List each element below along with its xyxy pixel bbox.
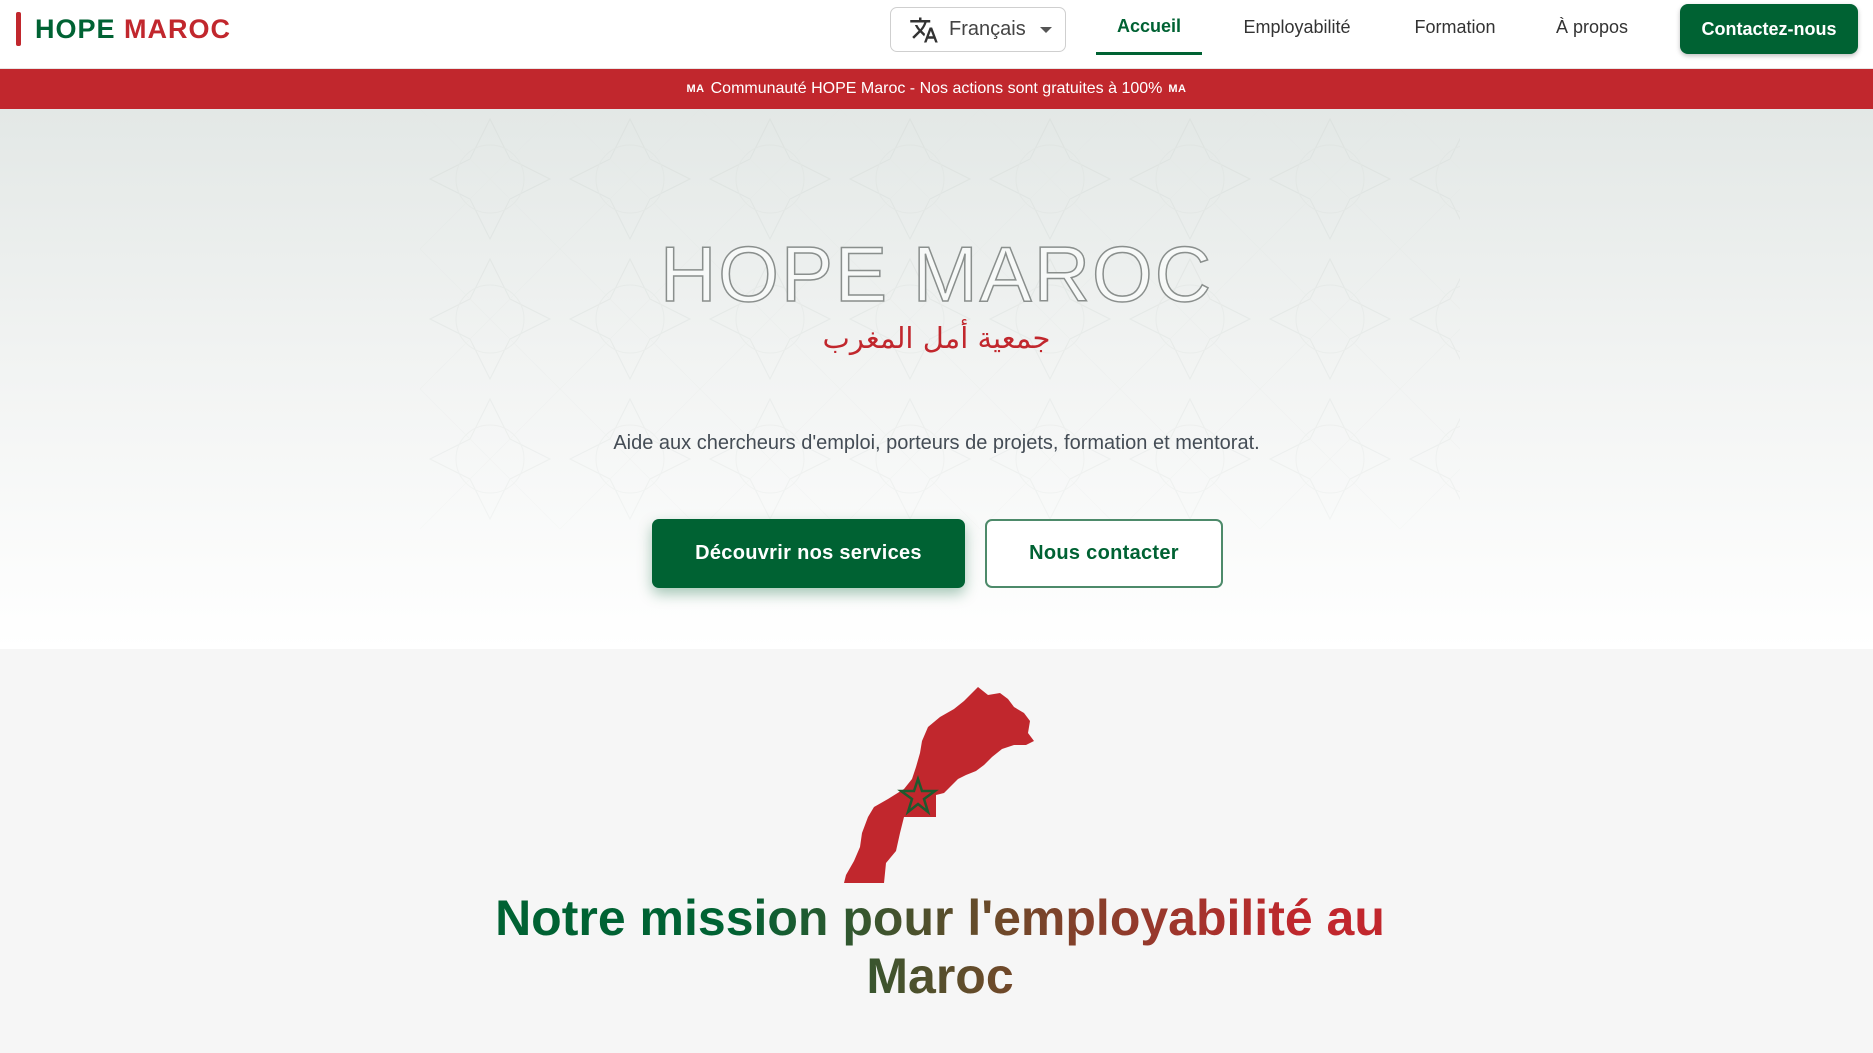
language-label: Français bbox=[949, 18, 1026, 40]
site-header: HOPE MAROC Français Accueil Employabilit… bbox=[0, 0, 1873, 69]
announcement-banner: MA Communauté HOPE Maroc - Nos actions s… bbox=[0, 69, 1873, 109]
discover-services-button[interactable]: Découvrir nos services bbox=[652, 519, 965, 588]
nav-a-propos[interactable]: À propos bbox=[1545, 0, 1639, 55]
hero-title: HOPE MAROC bbox=[659, 229, 1214, 319]
nav-formation[interactable]: Formation bbox=[1400, 0, 1510, 55]
mission-title: Notre mission pour l'employabilité au Ma… bbox=[420, 889, 1460, 1005]
logo-text: HOPE MAROC bbox=[35, 14, 231, 45]
logo-hope: HOPE bbox=[35, 13, 116, 44]
flag-ma-icon: MA bbox=[1168, 83, 1187, 95]
mission-section: Notre mission pour l'employabilité au Ma… bbox=[0, 649, 1873, 1053]
hero-section: HOPE MAROC جمعية أمل المغرب Aide aux che… bbox=[0, 109, 1873, 649]
translate-icon bbox=[910, 17, 938, 42]
contact-cta-button[interactable]: Contactez-nous bbox=[1680, 4, 1858, 54]
site-logo[interactable]: HOPE MAROC bbox=[16, 12, 231, 46]
contact-us-button[interactable]: Nous contacter bbox=[985, 519, 1223, 588]
flag-ma-icon: MA bbox=[686, 83, 705, 95]
logo-accent-bar bbox=[16, 12, 21, 46]
mission-title-container: Notre mission pour l'employabilité au Ma… bbox=[420, 889, 1460, 1004]
banner-text: Communauté HOPE Maroc - Nos actions sont… bbox=[710, 80, 1163, 97]
hero-subtitle: Aide aux chercheurs d'emploi, porteurs d… bbox=[613, 432, 1260, 454]
chevron-down-icon bbox=[1039, 26, 1052, 33]
nav-accueil[interactable]: Accueil bbox=[1096, 0, 1202, 55]
nav-employabilite[interactable]: Employabilité bbox=[1232, 0, 1362, 55]
language-selector[interactable]: Français bbox=[890, 7, 1066, 52]
morocco-map-icon bbox=[844, 687, 1034, 883]
logo-maroc: MAROC bbox=[124, 13, 232, 44]
hero-arabic-title: جمعية أمل المغرب bbox=[822, 321, 1051, 355]
